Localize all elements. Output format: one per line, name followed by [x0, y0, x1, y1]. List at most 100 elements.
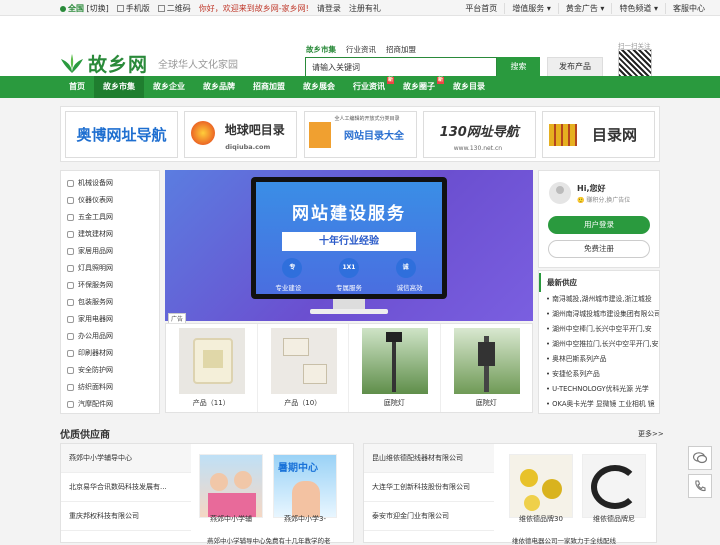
slogan: 全球华人文化家园 — [158, 60, 239, 71]
category-icon — [67, 180, 74, 187]
supplier-thumb[interactable] — [582, 454, 646, 518]
product-image — [179, 328, 245, 394]
product-card[interactable]: 庭院灯 — [441, 324, 533, 412]
category-item[interactable]: 家用电器网 — [61, 311, 159, 328]
search-input[interactable]: 请输入关键词 — [305, 57, 497, 77]
banner-diqiuba[interactable]: 地球吧目录 diqiuba.com — [184, 111, 298, 158]
product-card[interactable]: 庭院灯 — [349, 324, 441, 412]
hero-label: 专业建设 — [275, 284, 302, 292]
globe-icon — [191, 121, 216, 145]
mobile-link[interactable]: 手机版 — [116, 3, 150, 14]
supplier-item[interactable]: 北京易华合讯数码科技发展有... — [61, 473, 191, 502]
supplier-panel-right: 昆山维依德配线器材有限公司 大连华工创新科技股份有限公司 泰安市迎金门业有限公司… — [363, 443, 657, 545]
supplier-item[interactable]: 重庆邦权科技有限公司 — [61, 502, 191, 531]
latest-supply: 最新供应 • 南浔城投,湖州城市建设,浙江城投 • 湖州南浔城投城市建设集团有限公… — [538, 270, 660, 414]
top-link-support[interactable]: 客服中心 — [665, 3, 712, 14]
nav-item-8[interactable]: 故乡目录 — [444, 76, 494, 98]
product-name: 产品（11） — [192, 399, 230, 407]
category-item[interactable]: 汽摩配件网 — [61, 396, 159, 413]
category-item[interactable]: 家居用品网 — [61, 243, 159, 260]
supplier-thumb[interactable]: 暑期中心 — [273, 454, 337, 518]
nav-item-1[interactable]: 故乡市集 — [94, 76, 144, 98]
publish-button[interactable]: 发布产品 — [547, 57, 603, 77]
supplier-desc: 维依德电器公司一家致力于全线配线 — [512, 537, 616, 545]
category-item[interactable]: 印刷器材网 — [61, 345, 159, 362]
nav-item-4[interactable]: 招商加盟 — [244, 76, 294, 98]
login-link[interactable]: 请登录 — [317, 3, 341, 14]
qrcode-icon — [157, 5, 165, 12]
category-list: 机械设备网 仪器仪表网 五金工具网 建筑建材网 家居用品网 灯具照明网 环保服务网 包装服务网… — [60, 170, 160, 414]
search-tabs: 故乡市集 行业资讯 招商加盟 — [306, 44, 416, 55]
top-link-ads[interactable]: 黄金广告 ▾ — [557, 3, 612, 14]
box-icon — [308, 122, 331, 148]
search-tab-news[interactable]: 行业资讯 — [346, 44, 376, 55]
nav-item-7[interactable]: 故乡圈子新 — [394, 76, 444, 98]
supplier-item[interactable]: 昆山维依德配线器材有限公司 — [364, 444, 494, 473]
latest-supply-item[interactable]: • 南浔城投,湖州城市建设,浙江城投 — [539, 292, 659, 307]
region-selector[interactable]: 全国 [切换] — [60, 3, 109, 14]
category-item[interactable]: 纺织面料网 — [61, 379, 159, 396]
latest-supply-item[interactable]: • 湖州南浔城投城市建设集团有限公司 — [539, 307, 659, 322]
nav-item-2[interactable]: 故乡企业 — [144, 76, 194, 98]
latest-supply-item[interactable]: • 湖州中空棒门,长兴中空平开门,安 — [539, 322, 659, 337]
category-item[interactable]: 灯具照明网 — [61, 260, 159, 277]
supplier-item[interactable]: 大连华工创新科技股份有限公司 — [364, 473, 494, 502]
supplier-thumb[interactable] — [199, 454, 263, 518]
nav-item-6[interactable]: 行业资讯新 — [344, 76, 394, 98]
mobile-icon — [116, 5, 124, 12]
category-item[interactable]: 办公用品网 — [61, 328, 159, 345]
phone-icon[interactable] — [688, 474, 712, 498]
top-link-channels[interactable]: 特色频道 ▾ — [611, 3, 665, 14]
more-link[interactable]: 更多>> — [638, 429, 664, 439]
category-item[interactable]: 机械设备网 — [61, 175, 159, 192]
product-row: 产品（11） 产品（10） 庭院灯 庭院灯 — [165, 323, 533, 413]
banner-mulu[interactable]: 目录网 — [542, 111, 655, 158]
nav-item-5[interactable]: 故乡展会 — [294, 76, 344, 98]
login-button[interactable]: 用户登录 — [548, 216, 650, 234]
category-item[interactable]: 建筑建材网 — [61, 226, 159, 243]
supplier-thumb-caption: 维依德品牌30 — [519, 515, 563, 523]
latest-supply-item[interactable]: • 湖州中空推拉门,长兴中空平开门,安吉 — [539, 337, 659, 352]
category-item[interactable]: 五金工具网 — [61, 209, 159, 226]
category-icon — [67, 214, 74, 221]
supplier-thumb[interactable] — [509, 454, 573, 518]
product-card[interactable]: 产品（11） — [166, 324, 258, 412]
register-button[interactable]: 免费注册 — [548, 240, 650, 258]
product-name: 庭院灯 — [383, 399, 405, 407]
category-item[interactable]: 包装服务网 — [61, 294, 159, 311]
category-item[interactable]: 安全防护网 — [61, 362, 159, 379]
top-link-home[interactable]: 平台首页 — [458, 3, 504, 14]
logo[interactable]: 故乡网 全球华人文化家园 — [60, 50, 238, 77]
search-tab-market[interactable]: 故乡市集 — [306, 44, 336, 55]
nav-item-0[interactable]: 首页 — [60, 76, 94, 98]
category-icon — [67, 401, 74, 408]
category-item[interactable]: 环保服务网 — [61, 277, 159, 294]
search-tab-franchise[interactable]: 招商加盟 — [386, 44, 416, 55]
banner-directory[interactable]: 全人工编辑的开放式分类目录 网站目录大全 — [303, 111, 417, 158]
banner-aobo[interactable]: 奥博网址导航 — [65, 111, 178, 158]
qrcode-link[interactable]: 二维码 — [157, 3, 191, 14]
hero-banner[interactable]: 网站建设服务 十年行业经验 专 1X1 诚 专业建设 专属服务 诚信高效 — [165, 170, 533, 321]
section-title: 优质供应商 — [60, 430, 110, 441]
product-card[interactable]: 产品（10） — [258, 324, 349, 412]
top-link-services[interactable]: 增值服务 ▾ — [504, 3, 558, 14]
hero-circle: 1X1 — [338, 258, 359, 278]
supplier-item[interactable]: 燕郊中小学辅导中心 — [61, 444, 191, 473]
banner-130[interactable]: 130网址导航 www.130.net.cn — [422, 111, 536, 158]
latest-supply-item[interactable]: • U-TECHNOLOGY优科光源 光学 — [539, 382, 659, 397]
register-link[interactable]: 注册有礼 — [349, 3, 381, 14]
category-icon — [67, 333, 74, 340]
latest-supply-item[interactable]: • 奥林巴斯系列产品 — [539, 352, 659, 367]
product-image — [270, 328, 337, 394]
category-icon — [67, 350, 74, 357]
nav-item-3[interactable]: 故乡品牌 — [194, 76, 244, 98]
search-button[interactable]: 搜索 — [497, 57, 540, 77]
supplier-item[interactable]: 泰安市迎金门业有限公司 — [364, 502, 494, 531]
hero-circle: 诚 — [395, 258, 416, 278]
new-badge: 新 — [436, 77, 444, 84]
latest-supply-item[interactable]: • 安捷伦系列产品 — [539, 367, 659, 382]
location-icon — [60, 5, 66, 12]
category-item[interactable]: 仪器仪表网 — [61, 192, 159, 209]
chat-icon[interactable] — [688, 446, 712, 470]
latest-supply-item[interactable]: • OKA奥卡光学 显微镜 工业相机 镜 — [539, 397, 659, 412]
